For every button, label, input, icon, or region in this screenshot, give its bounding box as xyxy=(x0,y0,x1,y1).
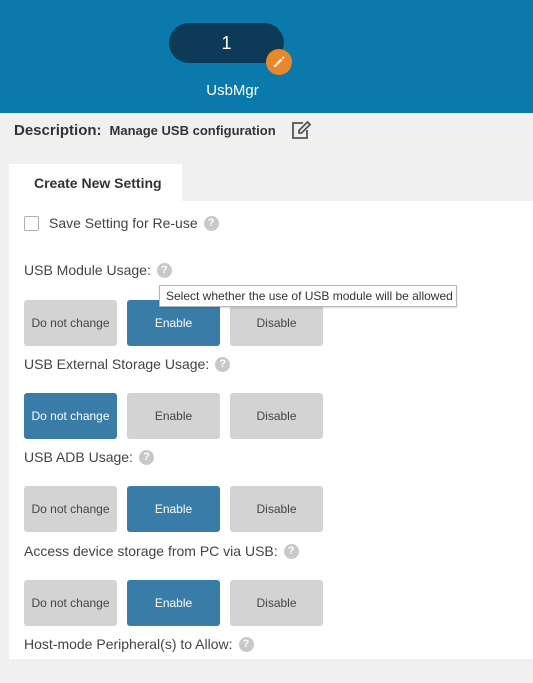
usb-adb-usage-options: Do not change Enable Disable xyxy=(24,486,333,532)
host-mode-label: Host-mode Peripheral(s) to Allow: xyxy=(24,636,233,652)
description-value: Manage USB configuration xyxy=(109,122,276,138)
pc-access-do-not-change-button[interactable]: Do not change xyxy=(24,580,117,626)
usb-storage-disable-button[interactable]: Disable xyxy=(230,393,323,439)
usb-adb-usage-label-row: USB ADB Usage: ? xyxy=(24,449,154,465)
pc-access-disable-button[interactable]: Disable xyxy=(230,580,323,626)
help-icon[interactable]: ? xyxy=(238,636,254,652)
description-label: Description: xyxy=(14,121,102,139)
usb-module-do-not-change-button[interactable]: Do not change xyxy=(24,300,117,346)
pc-storage-access-label-row: Access device storage from PC via USB: ? xyxy=(24,543,299,559)
usb-storage-enable-button[interactable]: Enable xyxy=(127,393,220,439)
usb-storage-do-not-change-button[interactable]: Do not change xyxy=(24,393,117,439)
help-icon[interactable]: ? xyxy=(203,215,219,231)
pc-storage-access-options: Do not change Enable Disable xyxy=(24,580,333,626)
usb-external-storage-label-row: USB External Storage Usage: ? xyxy=(24,356,231,372)
usb-adb-enable-button[interactable]: Enable xyxy=(127,486,220,532)
help-icon[interactable]: ? xyxy=(215,356,231,372)
pc-access-enable-button[interactable]: Enable xyxy=(127,580,220,626)
edit-description-button[interactable] xyxy=(290,120,312,140)
usb-external-storage-label: USB External Storage Usage: xyxy=(24,356,210,372)
help-tooltip: Select whether the use of USB module wil… xyxy=(159,285,457,307)
help-icon[interactable]: ? xyxy=(138,449,154,465)
save-setting-checkbox[interactable] xyxy=(24,215,39,231)
edit-app-button[interactable] xyxy=(266,49,292,75)
app-name: UsbMgr xyxy=(206,82,259,99)
save-setting-row: Save Setting for Re-use ? xyxy=(24,215,219,231)
host-mode-label-row: Host-mode Peripheral(s) to Allow: ? xyxy=(24,636,254,652)
help-icon[interactable]: ? xyxy=(283,543,299,559)
usb-module-usage-label: USB Module Usage: xyxy=(24,262,151,278)
description-row: Description: Manage USB configuration xyxy=(14,119,312,141)
app-header: 1 UsbMgr xyxy=(0,0,533,113)
edit-square-icon xyxy=(291,120,311,139)
pencil-icon xyxy=(274,56,285,67)
usb-adb-disable-button[interactable]: Disable xyxy=(230,486,323,532)
usb-adb-do-not-change-button[interactable]: Do not change xyxy=(24,486,117,532)
save-setting-label: Save Setting for Re-use xyxy=(49,215,198,231)
pc-storage-access-label: Access device storage from PC via USB: xyxy=(24,543,278,559)
help-icon[interactable]: ? xyxy=(156,262,172,278)
tab-create-new-setting[interactable]: Create New Setting xyxy=(9,164,182,202)
usb-module-usage-label-row: USB Module Usage: ? xyxy=(24,262,172,278)
usb-external-storage-options: Do not change Enable Disable xyxy=(24,393,333,439)
usb-adb-usage-label: USB ADB Usage: xyxy=(24,449,133,465)
